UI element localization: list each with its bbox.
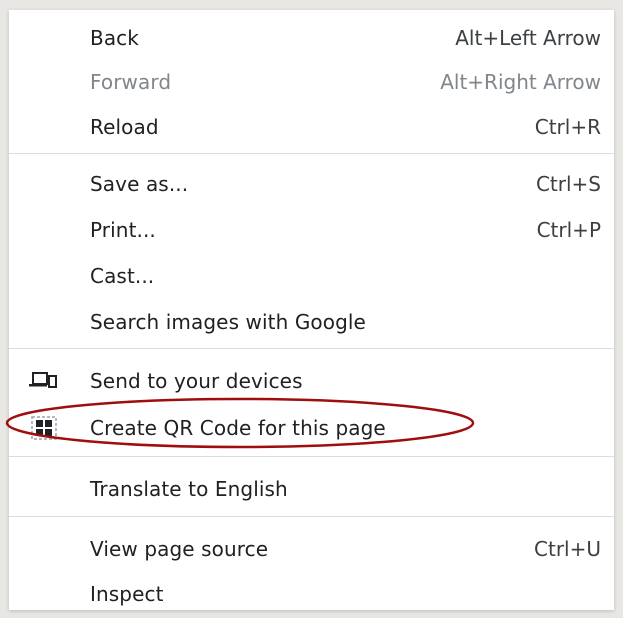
menu-separator [9,153,614,154]
menu-item-label: Print... [90,218,156,242]
menu-item-label: Translate to English [90,477,288,501]
menu-item-label: Inspect [90,582,164,606]
menu-item-shortcut: Ctrl+U [534,537,601,561]
menu-item-shortcut: Ctrl+R [534,115,601,139]
menu-item-print[interactable]: Print... Ctrl+P [9,207,614,253]
menu-item-search-images[interactable]: Search images with Google [9,299,614,345]
menu-separator [9,516,614,517]
menu-separator [9,456,614,457]
qr-code-icon [28,414,60,442]
menu-item-label: Reload [90,115,159,139]
menu-item-forward: Forward Alt+Right Arrow [9,59,614,105]
menu-item-label: Forward [90,70,172,94]
menu-item-shortcut: Ctrl+S [535,172,601,196]
menu-item-label: Save as... [90,172,189,196]
menu-item-label: View page source [90,537,269,561]
menu-item-create-qr-code[interactable]: Create QR Code for this page [9,405,614,451]
menu-item-label: Create QR Code for this page [90,416,386,440]
menu-item-shortcut: Alt+Left Arrow [455,26,601,50]
menu-item-shortcut: Alt+Right Arrow [440,70,601,94]
menu-item-cast[interactable]: Cast... [9,253,614,299]
menu-item-translate[interactable]: Translate to English [9,466,614,512]
menu-item-label: Send to your devices [90,369,303,393]
menu-item-save-as[interactable]: Save as... Ctrl+S [9,161,614,207]
menu-item-shortcut: Ctrl+P [536,218,601,242]
menu-item-back[interactable]: Back Alt+Left Arrow [9,15,614,61]
menu-separator [9,348,614,349]
menu-item-reload[interactable]: Reload Ctrl+R [9,104,614,150]
menu-item-label: Search images with Google [90,310,366,334]
menu-item-label: Back [90,26,139,50]
menu-item-inspect[interactable]: Inspect [9,571,614,617]
menu-item-send-to-devices[interactable]: Send to your devices [9,358,614,404]
menu-item-view-page-source[interactable]: View page source Ctrl+U [9,526,614,572]
menu-item-label: Cast... [90,264,155,288]
context-menu: Back Alt+Left Arrow Forward Alt+Right Ar… [9,10,614,610]
devices-icon [28,367,60,395]
